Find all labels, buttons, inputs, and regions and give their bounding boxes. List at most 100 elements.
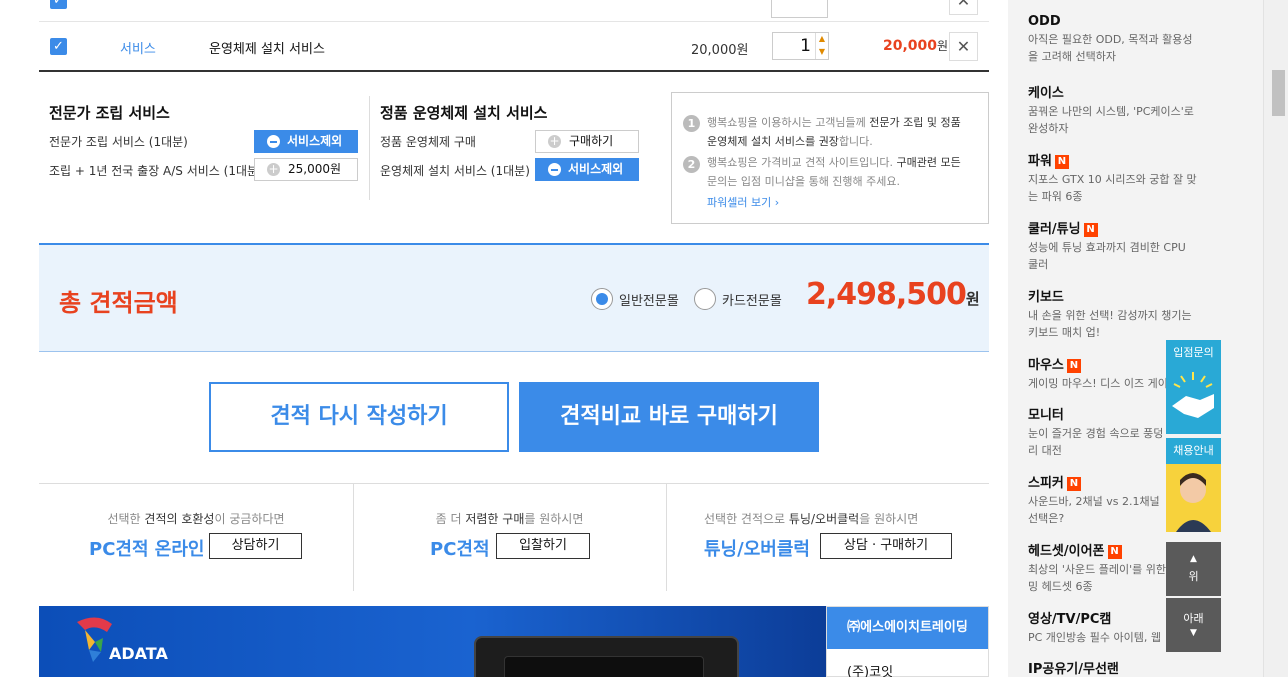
title-text: 헤드셋/이어폰	[1028, 544, 1105, 559]
remove-button[interactable]: ✕	[949, 32, 978, 61]
cart-row-partial: ✓ ✕	[39, 0, 989, 22]
desc-line: 성능에 튜닝 효과까지 겸비한 CPU	[1028, 241, 1186, 254]
sidebar-item-title: 마우스 N	[1028, 354, 1258, 373]
scroll-up-button[interactable]: ▲ 위	[1166, 542, 1221, 596]
recruit-widget[interactable]: 채용안내	[1166, 438, 1221, 532]
adata-banner[interactable]: ADATA	[39, 606, 826, 677]
bid-button[interactable]: 입찰하기	[496, 533, 590, 559]
sidebar-item-odd[interactable]: ODD 아직은 필요한 ODD, 목적과 활용성 을 고려해 선택하자	[1028, 14, 1258, 65]
consult-question-1: 선택한 견적의 호환성이 궁금하다면	[39, 510, 353, 527]
sidebar-item-desc: 아직은 필요한 ODD, 목적과 활용성 을 고려해 선택하자	[1028, 31, 1258, 65]
notice-box: 1 행복쇼핑을 이용하시는 고객님들께 전문가 조립 및 정품 운영체제 설치 …	[671, 92, 989, 224]
cart-row-os-service: ✓ 서비스 운영체제 설치 서비스 20,000원 1 ▲ ▼ 20,000원 …	[39, 22, 989, 72]
seller-1[interactable]: ㈜에스에이치트레이딩	[827, 607, 988, 649]
sidebar-item-router[interactable]: IP공유기/무선랜	[1028, 658, 1258, 677]
row-total-unit: 원	[937, 39, 949, 53]
desc-line: 눈이 즐거운 경험 속으로 풍덩	[1028, 427, 1164, 440]
row-checkbox[interactable]: ✓	[50, 0, 67, 9]
qty-up-icon[interactable]: ▲	[815, 33, 828, 46]
scrollbar-thumb[interactable]	[1272, 70, 1285, 116]
ssd-panel	[504, 656, 704, 677]
radio-card-mall-label[interactable]: 카드전문몰	[722, 290, 782, 309]
row-category[interactable]: 서비스	[120, 38, 156, 57]
new-badge: N	[1054, 155, 1069, 169]
desc-line: 키보드 매치 업!	[1028, 326, 1101, 339]
os-exclude-button[interactable]: 서비스제외	[535, 158, 639, 181]
close-icon: ✕	[956, 37, 971, 56]
rewrite-estimate-button[interactable]: 견적 다시 작성하기	[209, 382, 509, 452]
sidebar-item-desc: 게이밍 마우스! 디스 이즈 게이	[1028, 377, 1168, 390]
qty-down-icon[interactable]: ▼	[815, 46, 828, 59]
assembly-exclude-button[interactable]: 서비스제외	[254, 130, 358, 153]
desc-line: 최상의 '사운드 플레이'를 위한	[1028, 563, 1166, 576]
sidebar-item-title: 키보드	[1028, 290, 1064, 305]
radio-general-mall[interactable]	[591, 288, 613, 310]
notice-text: 행복쇼핑은 가격비교 견적 사이트입니다.	[707, 156, 897, 169]
sidebar-item-headset[interactable]: 헤드셋/이어폰 N 최상의 '사운드 플레이'를 위한 밍 헤드셋 6종	[1028, 540, 1258, 595]
sidebar-item-mouse[interactable]: 마우스 N 게이밍 마우스! 디스 이즈 게이	[1028, 354, 1258, 392]
plus-circle-icon: +	[267, 162, 280, 176]
sidebar-item-desc: 성능에 튜닝 효과까지 겸비한 CPU 쿨러	[1028, 239, 1258, 273]
buy-now-button[interactable]: 견적비교 바로 구매하기	[519, 382, 819, 452]
button-label: 서비스제외	[287, 134, 343, 148]
question-strong: 견적의 호환성	[144, 512, 215, 526]
scroll-down-label: 아래	[1183, 612, 1204, 625]
button-label: 서비스제외	[568, 162, 624, 176]
radio-card-mall[interactable]	[694, 288, 716, 310]
sidebar-item-desc: 꿈꿔온 나만의 시스템, 'PC케이스'로 완성하자	[1028, 103, 1258, 137]
powerseller-link[interactable]: 파워셀러 보기 ›	[707, 194, 779, 210]
sidebar-item-video[interactable]: 영상/TV/PC캠 PC 개인방송 필수 아이템, 웹	[1028, 608, 1258, 646]
remove-button[interactable]: ✕	[949, 0, 978, 15]
desc-line: 는 파워 6종	[1028, 190, 1083, 203]
consult-online-button[interactable]: 상담하기	[209, 533, 302, 559]
assembly-line2-label: 조립 + 1년 전국 출장 A/S 서비스 (1대분)	[49, 164, 263, 178]
store-inquiry-label: 입점문의	[1173, 346, 1214, 359]
consult-question-2: 좀 더 저렴한 구매를 원하시면	[353, 510, 666, 527]
notice-text: 문의는 입점 미니샵을 통해 진행	[707, 175, 853, 188]
os-buy-button[interactable]: + 구매하기	[535, 130, 639, 153]
consult-question-3: 선택한 견적으로 튜닝/오버클럭을 원하시면	[666, 510, 989, 527]
sidebar-item-keyboard[interactable]: 키보드 내 손을 위한 선택! 감성까지 챙기는 키보드 매치 업!	[1028, 286, 1258, 341]
chevron-up-icon: ▲	[1190, 554, 1197, 564]
radio-general-mall-label[interactable]: 일반전문몰	[619, 290, 679, 309]
tuning-consult-button[interactable]: 상담 · 구매하기	[820, 533, 952, 559]
seller-box: ㈜에스에이치트레이딩 (주)코잇	[826, 606, 989, 677]
sidebar-item-power[interactable]: 파워 N 지포스 GTX 10 시리즈와 궁합 잘 맞는 파워 6종	[1028, 150, 1258, 205]
sidebar-item-title: 스피커 N	[1028, 472, 1258, 491]
title-text: 파워	[1028, 154, 1052, 169]
sidebar-item-speaker[interactable]: 스피커 N 사운드바, 2채널 vs 2.1채널 선택은?	[1028, 472, 1258, 527]
notice-text-1: 행복쇼핑을 이용하시는 고객님들께 전문가 조립 및 정품 운영체제 설치 서비…	[707, 113, 987, 151]
divider	[666, 483, 667, 591]
store-inquiry-widget[interactable]: 입점문의	[1166, 340, 1221, 434]
question-text: 좀 더	[435, 512, 466, 526]
notice-number-1: 1	[683, 115, 700, 132]
divider	[353, 483, 354, 591]
button-label: 구매하기	[569, 134, 614, 148]
sidebar-item-title: 영상/TV/PC캠	[1028, 612, 1112, 627]
assembly-as-add-button[interactable]: +25,000원	[254, 158, 358, 181]
title-text: 쿨러/튜닝	[1028, 222, 1081, 237]
minus-circle-icon	[267, 135, 280, 148]
row-checkbox[interactable]: ✓	[50, 38, 67, 55]
desc-line: 완성하자	[1028, 122, 1069, 135]
scroll-down-button[interactable]: 아래 ▼	[1166, 598, 1221, 652]
total-amount: 2,498,500원	[806, 277, 980, 312]
notice-text-strong: 구매관련 모든	[896, 156, 961, 169]
consult-title-3: 튜닝/오버클럭	[704, 539, 810, 560]
new-badge: N	[1083, 223, 1098, 237]
total-label: 총 견적금액	[59, 289, 178, 317]
adata-logo-icon	[77, 617, 112, 662]
sidebar-item-desc: 내 손을 위한 선택! 감성까지 챙기는 키보드 매치 업!	[1028, 307, 1258, 341]
sidebar-item-desc: 최상의 '사운드 플레이'를 위한 밍 헤드셋 6종	[1028, 561, 1258, 595]
notice-number-2: 2	[683, 156, 700, 173]
sidebar-item-title: 파워 N	[1028, 150, 1258, 169]
question-text: 이 궁금하다면	[214, 512, 285, 526]
notice-text-strong: 운영체제 설치 서비스를 권장	[707, 135, 839, 148]
sidebar-item-monitor[interactable]: 모니터 눈이 즐거운 경험 속으로 풍덩 리 대전	[1028, 404, 1258, 459]
total-amount-value: 2,498,500	[806, 277, 967, 312]
sidebar-item-cooler[interactable]: 쿨러/튜닝 N 성능에 튜닝 효과까지 겸비한 CPU 쿨러	[1028, 218, 1258, 273]
sidebar-item-case[interactable]: 케이스 꿈꿔온 나만의 시스템, 'PC케이스'로 완성하자	[1028, 82, 1258, 137]
seller-2[interactable]: (주)코잇	[847, 661, 893, 677]
scroll-up-label: 위	[1188, 570, 1199, 583]
qty-stepper[interactable]: 1 ▲ ▼	[772, 32, 829, 60]
